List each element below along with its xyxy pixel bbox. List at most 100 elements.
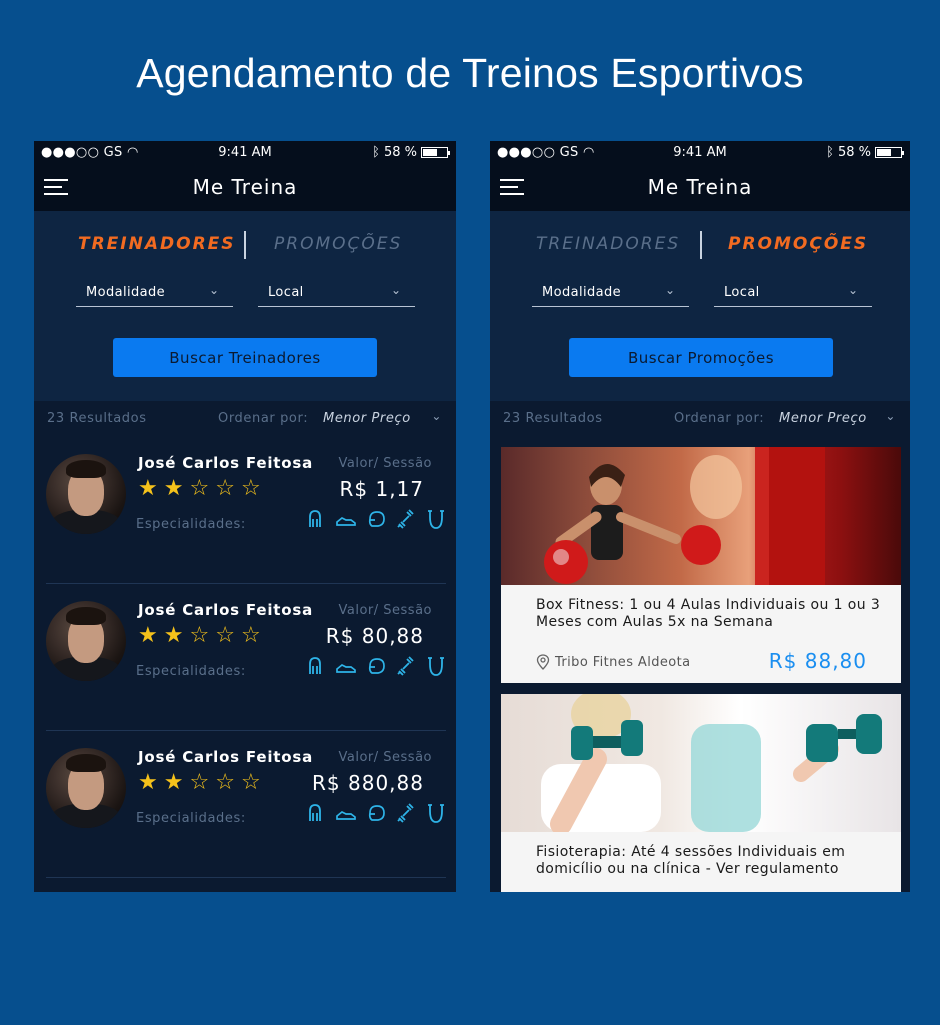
nav-bar: Me Treina xyxy=(34,165,456,211)
star-empty-icon: ☆ xyxy=(240,770,261,795)
star-empty-icon: ☆ xyxy=(189,623,210,648)
trainer-price: R$ 80,88 xyxy=(325,624,424,648)
search-trainers-button[interactable]: Buscar Treinadores xyxy=(113,338,377,377)
star-empty-icon: ☆ xyxy=(240,623,261,648)
specialties-label: Especialidades: xyxy=(136,811,246,826)
star-empty-icon: ☆ xyxy=(215,770,235,795)
trainer-name: José Carlos Feitosa xyxy=(138,748,314,766)
running-shoe-icon xyxy=(336,810,356,820)
promo-card[interactable]: Fisioterapia: Até 4 sessões Individuais … xyxy=(501,694,901,892)
local-select[interactable]: Local ⌄ xyxy=(258,283,415,307)
nav-bar: Me Treina xyxy=(490,165,910,211)
tab-promotions[interactable]: PROMOÇÕES xyxy=(274,234,402,254)
order-select[interactable]: Menor Preço xyxy=(779,411,867,426)
status-bar: ●●●○○ GS ◠ 9:41 AM ᛒ 58 % xyxy=(490,141,910,165)
battery-icon xyxy=(421,147,450,158)
star-empty-icon: ☆ xyxy=(215,476,235,501)
star-empty-icon: ☆ xyxy=(189,476,210,501)
trainer-list-item[interactable]: José Carlos Feitosa ★ ★ ☆ ☆ ☆ Especialidades… xyxy=(46,584,446,731)
order-label: Ordenar por: xyxy=(218,411,309,426)
trainer-name: José Carlos Feitosa xyxy=(138,454,314,472)
star-empty-icon: ☆ xyxy=(240,476,261,501)
location-pin-icon xyxy=(536,654,550,670)
trainer-list-item[interactable]: José Carlos Feitosa ★ ★ ☆ ☆ ☆ Especialidades… xyxy=(46,731,446,878)
price-label: Valor/ Sessão xyxy=(338,456,432,471)
status-bar: ●●●○○ GS ◠ 9:41 AM ᛒ 58 % xyxy=(34,141,456,165)
bluetooth-icon: ᛒ xyxy=(826,145,834,160)
trainer-price: R$ 880,88 xyxy=(312,771,424,795)
star-filled-icon: ★ xyxy=(138,476,158,501)
tab-bar: TREINADORES PROMOÇÕES xyxy=(490,231,910,261)
promo-location: Tribo Fitnes Aldeota xyxy=(536,654,690,670)
trainer-name: José Carlos Feitosa xyxy=(138,601,314,619)
boxing-glove-icon xyxy=(368,658,385,674)
search-promotions-button[interactable]: Buscar Promoções xyxy=(569,338,833,377)
dumbbell-icon xyxy=(397,656,414,676)
promo-title: Fisioterapia: Até 4 sessões Individuais … xyxy=(536,844,846,877)
specialties-label: Especialidades: xyxy=(136,664,246,679)
promo-card[interactable]: Box Fitness: 1 ou 4 Aulas Individuais ou… xyxy=(501,447,901,683)
order-label: Ordenar por: xyxy=(674,411,765,426)
dumbbell-image xyxy=(501,694,901,832)
tab-divider xyxy=(244,231,246,259)
dumbbell-icon xyxy=(397,803,414,823)
chevron-down-icon: ⌄ xyxy=(390,283,401,297)
price-label: Valor/ Sessão xyxy=(338,750,432,765)
app-title: Me Treina xyxy=(192,175,298,199)
battery-percent: 58 % xyxy=(383,145,417,160)
jump-rope-icon xyxy=(428,510,444,529)
phone-promotions-screen: ●●●○○ GS ◠ 9:41 AM ᛒ 58 % Me Treina TREI… xyxy=(490,141,910,892)
phone-trainers-screen: ●●●○○ GS ◠ 9:41 AM ᛒ 58 % Me Treina TREI… xyxy=(34,141,456,892)
tab-promotions[interactable]: PROMOÇÕES xyxy=(728,234,868,254)
tab-bar: TREINADORES PROMOÇÕES xyxy=(34,231,456,261)
chevron-down-icon[interactable]: ⌄ xyxy=(431,409,442,423)
modalidade-select[interactable]: Modalidade ⌄ xyxy=(76,283,233,307)
rating-stars: ★ ★ ☆ ☆ ☆ xyxy=(138,477,261,501)
hand-grip-icon xyxy=(309,804,321,821)
dumbbell-exercise-illustration xyxy=(541,694,882,832)
specialties-label: Especialidades: xyxy=(136,517,246,532)
modalidade-select[interactable]: Modalidade ⌄ xyxy=(532,283,689,307)
specialty-icons xyxy=(306,803,446,823)
specialty-icons xyxy=(306,656,446,676)
results-count: 23 Resultados xyxy=(47,411,147,426)
avatar xyxy=(46,601,126,681)
boxing-image xyxy=(501,447,901,585)
results-count: 23 Resultados xyxy=(503,411,603,426)
order-select[interactable]: Menor Preço xyxy=(323,411,411,426)
star-filled-icon: ★ xyxy=(138,770,158,795)
star-filled-icon: ★ xyxy=(163,476,184,501)
jump-rope-icon xyxy=(428,657,444,676)
filter-panel: TREINADORES PROMOÇÕES Modalidade ⌄ Local… xyxy=(34,211,456,401)
star-filled-icon: ★ xyxy=(163,770,184,795)
chevron-down-icon: ⌄ xyxy=(664,283,675,297)
boxing-glove-icon xyxy=(368,805,385,821)
promo-title: Box Fitness: 1 ou 4 Aulas Individuais ou… xyxy=(536,597,881,630)
specialty-icons xyxy=(306,509,446,529)
boxing-glove-icon xyxy=(368,511,385,527)
avatar xyxy=(46,454,126,534)
app-title: Me Treina xyxy=(647,175,753,199)
jump-rope-icon xyxy=(428,804,444,823)
running-shoe-icon xyxy=(336,516,356,526)
running-shoe-icon xyxy=(336,663,356,673)
local-select[interactable]: Local ⌄ xyxy=(714,283,872,307)
trainer-price: R$ 1,17 xyxy=(339,477,424,501)
battery-percent: 58 % xyxy=(837,145,871,160)
trainer-list-item[interactable]: José Carlos Feitosa ★ ★ ☆ ☆ ☆ Especialidades… xyxy=(46,437,446,584)
promo-price: R$ 88,80 xyxy=(768,649,867,673)
rating-stars: ★ ★ ☆ ☆ ☆ xyxy=(138,771,261,795)
chevron-down-icon: ⌄ xyxy=(208,283,219,297)
dumbbell-icon xyxy=(397,509,414,529)
avatar xyxy=(46,748,126,828)
hand-grip-icon xyxy=(309,510,321,527)
tab-trainers[interactable]: TREINADORES xyxy=(536,234,680,254)
battery-icon xyxy=(875,147,904,158)
bluetooth-icon: ᛒ xyxy=(372,145,380,160)
star-filled-icon: ★ xyxy=(163,623,184,648)
hand-grip-icon xyxy=(309,657,321,674)
results-bar: 23 Resultados Ordenar por: Menor Preço ⌄ xyxy=(490,401,910,437)
tab-trainers[interactable]: TREINADORES xyxy=(78,234,236,254)
star-filled-icon: ★ xyxy=(138,623,158,648)
chevron-down-icon[interactable]: ⌄ xyxy=(885,409,896,423)
